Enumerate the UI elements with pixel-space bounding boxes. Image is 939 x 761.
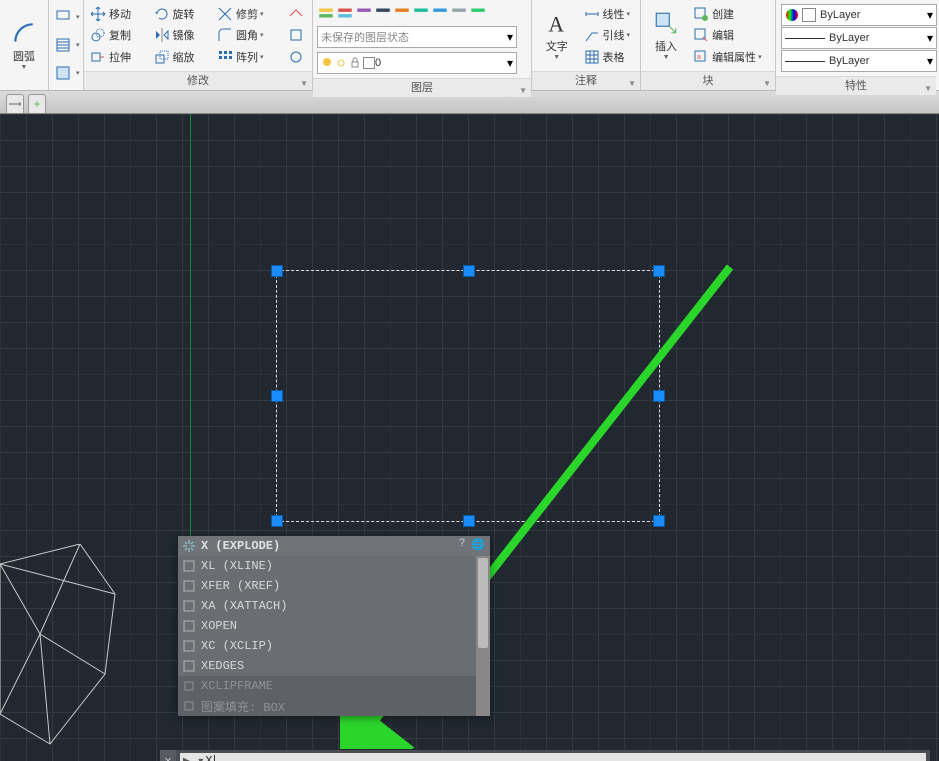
ribbon: 圆弧 ▼ ▾ ▾ ▾ 移动 复制 拉伸 旋转 镜像 缩放 修剪▾ xyxy=(0,0,939,91)
color-wheel-icon xyxy=(785,8,799,22)
layer-current-combo[interactable]: 0▾ xyxy=(317,52,517,74)
trim-button[interactable]: 修剪▾ xyxy=(215,3,282,24)
layer-tool-icon[interactable] xyxy=(393,4,411,22)
layer-tool-icon[interactable] xyxy=(431,4,449,22)
autocomplete-item[interactable]: XOPEN xyxy=(178,616,490,636)
mirror-button[interactable]: 镜像 xyxy=(152,25,212,46)
dropdown-icon: ▼ xyxy=(21,64,28,71)
autocomplete-item[interactable]: XFER (XREF) xyxy=(178,576,490,596)
panel-title-layer[interactable]: 图层▼ xyxy=(313,78,531,97)
scale-button[interactable]: 缩放 xyxy=(152,47,212,68)
linetype-combo[interactable]: ByLayer▾ xyxy=(781,50,937,72)
arc-label: 圆弧 xyxy=(13,48,35,64)
autocomplete-item-disabled[interactable]: XCLIPFRAME+ xyxy=(178,676,490,696)
tool-region[interactable]: ▾ xyxy=(53,63,82,84)
axis-line xyxy=(190,114,191,594)
leader-button[interactable]: 引线▾ xyxy=(582,25,636,46)
layer-tool-icon[interactable] xyxy=(450,4,468,22)
copy-button[interactable]: 复制 xyxy=(88,25,148,46)
tool-polyline[interactable]: ▾ xyxy=(53,7,82,28)
grip-handle[interactable] xyxy=(463,265,475,277)
panel-title-annot[interactable]: 注释▼ xyxy=(532,71,640,90)
autocomplete-head[interactable]: X (EXPLODE) ? 🌐 xyxy=(178,536,490,556)
autocomplete-scrollbar[interactable] xyxy=(476,556,490,716)
command-input[interactable]: ▶_ ▾ X xyxy=(180,753,926,761)
svg-text:a: a xyxy=(697,54,701,61)
layer-tools-row xyxy=(317,4,517,22)
grip-handle[interactable] xyxy=(271,390,283,402)
layer-color-swatch xyxy=(363,57,375,69)
drawing-tab[interactable]: ⟶ xyxy=(6,94,24,113)
text-button[interactable]: A 文字 ▼ xyxy=(534,2,580,69)
modify-extra-1[interactable] xyxy=(286,3,308,24)
grip-handle[interactable] xyxy=(653,265,665,277)
lock-icon xyxy=(349,57,361,69)
panel-title-modify[interactable]: 修改▼ xyxy=(84,71,312,90)
modify-extra-2[interactable] xyxy=(286,25,308,46)
grip-handle[interactable] xyxy=(271,515,283,527)
autocomplete-item[interactable]: XEDGES xyxy=(178,656,490,676)
rotate-button[interactable]: 旋转 xyxy=(152,3,212,24)
grip-handle[interactable] xyxy=(463,515,475,527)
bulb-icon xyxy=(321,57,333,69)
arc-button[interactable]: 圆弧 ▼ xyxy=(2,2,46,88)
layer-tool-icon[interactable] xyxy=(317,4,335,22)
layer-tool-icon[interactable] xyxy=(412,4,430,22)
fillet-button[interactable]: 圆角▾ xyxy=(215,25,282,46)
autocomplete-item[interactable]: XC (XCLIP) xyxy=(178,636,490,656)
grip-handle[interactable] xyxy=(271,265,283,277)
insert-button[interactable]: 插入 ▼ xyxy=(643,2,689,69)
layer-tool-icon[interactable] xyxy=(374,4,392,22)
tool-hatch[interactable]: ▾ xyxy=(53,35,82,56)
lineweight-combo[interactable]: ByLayer▾ xyxy=(781,27,937,49)
new-tab[interactable]: + xyxy=(28,94,46,113)
layer-tool-icon[interactable] xyxy=(355,4,373,22)
panel-title-props[interactable]: 特性▼ xyxy=(776,76,936,95)
layer-tool-icon[interactable] xyxy=(336,4,354,22)
svg-text:A: A xyxy=(548,13,564,36)
modify-extra-3[interactable] xyxy=(286,47,308,68)
move-button[interactable]: 移动 xyxy=(88,3,148,24)
color-combo[interactable]: ByLayer▾ xyxy=(781,4,937,26)
explode-icon xyxy=(182,539,196,553)
autocomplete-item-disabled[interactable]: 图案填充: BOX+ xyxy=(178,696,490,716)
table-button[interactable]: 表格 xyxy=(582,47,636,68)
create-block-button[interactable]: 创建 xyxy=(691,3,771,24)
autocomplete-item[interactable]: XL (XLINE) xyxy=(178,556,490,576)
help-icon[interactable]: ? xyxy=(454,538,470,554)
color-swatch xyxy=(802,8,816,22)
layer-tool-icon[interactable] xyxy=(469,4,487,22)
command-line: × ▶_ ▾ X xyxy=(160,750,930,761)
grip-handle[interactable] xyxy=(653,515,665,527)
prompt-icon: ▶_ xyxy=(183,756,196,761)
stretch-button[interactable]: 拉伸 xyxy=(88,47,148,68)
internet-icon[interactable]: 🌐 xyxy=(470,538,486,554)
selection-rectangle[interactable] xyxy=(276,270,660,522)
linear-dim-button[interactable]: 线性▾ xyxy=(582,3,636,24)
array-button[interactable]: 阵列▾ xyxy=(215,47,282,68)
drawing-canvas[interactable]: X (EXPLODE) ? 🌐 XL (XLINE)XFER (XREF)XA … xyxy=(0,114,939,761)
layer-state-combo[interactable]: 未保存的图层状态▾ xyxy=(317,26,517,48)
edit-attr-button[interactable]: a编辑属性▾ xyxy=(691,47,771,68)
wireframe-object xyxy=(0,544,160,761)
autocomplete-item[interactable]: XA (XATTACH) xyxy=(178,596,490,616)
command-autocomplete: X (EXPLODE) ? 🌐 XL (XLINE)XFER (XREF)XA … xyxy=(178,536,490,716)
cmdline-close-icon[interactable]: × xyxy=(160,750,176,761)
grip-handle[interactable] xyxy=(653,390,665,402)
edit-block-button[interactable]: 编辑 xyxy=(691,25,771,46)
sun-icon xyxy=(335,57,347,69)
panel-title-block[interactable]: 块▼ xyxy=(641,71,775,90)
